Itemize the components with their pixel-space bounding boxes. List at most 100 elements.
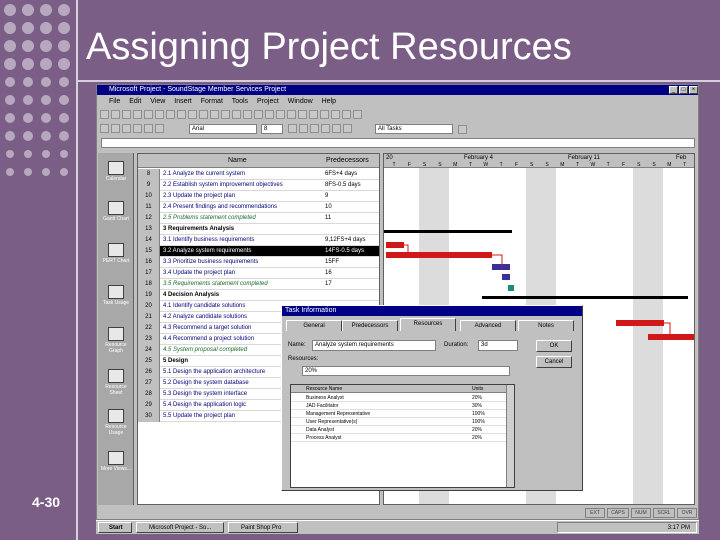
format-painter-icon[interactable] bbox=[199, 110, 208, 119]
summary-bar[interactable] bbox=[482, 296, 688, 299]
show-subtasks-icon[interactable] bbox=[144, 124, 153, 133]
task-bar[interactable] bbox=[648, 334, 695, 340]
view-more-views[interactable]: More Views... bbox=[100, 451, 132, 472]
view-task-usage[interactable]: Task Usage bbox=[100, 285, 132, 306]
resource-row[interactable]: Business Analyst 20% bbox=[291, 394, 514, 402]
filter-combo[interactable]: All Tasks bbox=[375, 124, 453, 134]
underline-icon[interactable] bbox=[310, 124, 319, 133]
zoom-out-icon[interactable] bbox=[309, 110, 318, 119]
tab-general[interactable]: General bbox=[286, 320, 342, 331]
menu-edit[interactable]: Edit bbox=[129, 98, 141, 105]
table-row[interactable]: 15 3.2 Analyze system requirements 14FS-0.… bbox=[138, 246, 379, 257]
save-icon[interactable] bbox=[122, 110, 131, 119]
task-bar[interactable] bbox=[386, 242, 404, 248]
column-header-name[interactable]: Name bbox=[228, 157, 247, 164]
maximize-button[interactable]: □ bbox=[679, 86, 688, 94]
menu-file[interactable]: File bbox=[109, 98, 120, 105]
arrow-left-icon[interactable] bbox=[100, 124, 109, 133]
table-row[interactable]: 12 2.5 Problems statement completed 11 bbox=[138, 213, 379, 224]
cut-icon[interactable] bbox=[166, 110, 175, 119]
new-icon[interactable] bbox=[100, 110, 109, 119]
tab-notes[interactable]: Notes bbox=[518, 320, 574, 331]
view-pert-chart[interactable]: PERT Chart bbox=[100, 243, 132, 264]
spelling-icon[interactable] bbox=[155, 110, 164, 119]
resource-row[interactable]: Process Analyst 20% bbox=[291, 434, 514, 442]
goto-task-icon[interactable] bbox=[320, 110, 329, 119]
view-calendar[interactable]: Calendar bbox=[100, 161, 132, 182]
task-information-icon[interactable] bbox=[265, 110, 274, 119]
gantt-wizard-icon[interactable] bbox=[342, 110, 351, 119]
resource-row[interactable]: Management Representative 100% bbox=[291, 410, 514, 418]
hide-subtasks-icon[interactable] bbox=[155, 124, 164, 133]
start-button[interactable]: Start bbox=[98, 522, 132, 533]
table-row[interactable]: 9 2.2 Establish system improvement object… bbox=[138, 180, 379, 191]
ok-button[interactable]: OK bbox=[536, 340, 572, 352]
task-name-field[interactable]: Analyze system requirements bbox=[312, 340, 436, 351]
menu-help[interactable]: Help bbox=[322, 98, 336, 105]
task-notes-icon[interactable] bbox=[276, 110, 285, 119]
task-bar[interactable] bbox=[502, 274, 510, 280]
duration-field[interactable]: 3d bbox=[478, 340, 518, 351]
menu-window[interactable]: Window bbox=[288, 98, 313, 105]
align-center-icon[interactable] bbox=[332, 124, 341, 133]
menu-tools[interactable]: Tools bbox=[232, 98, 248, 105]
table-row[interactable]: 19 4 Decision Analysis bbox=[138, 290, 379, 301]
close-button[interactable]: × bbox=[689, 86, 698, 94]
resource-row[interactable]: JAD Facilitator 30% bbox=[291, 402, 514, 410]
table-row[interactable]: 18 3.5 Requirements statement completed 17 bbox=[138, 279, 379, 290]
minus-icon[interactable] bbox=[133, 124, 142, 133]
taskbar-item-paint-shop-pro[interactable]: Paint Shop Pro bbox=[228, 522, 298, 533]
entry-bar[interactable] bbox=[101, 138, 695, 148]
undo-icon[interactable] bbox=[210, 110, 219, 119]
table-row[interactable]: 13 3 Requirements Analysis bbox=[138, 224, 379, 235]
column-header-predecessors[interactable]: Predecessors bbox=[326, 157, 369, 164]
resource-row[interactable]: User Representative(s) 100% bbox=[291, 418, 514, 426]
table-row[interactable]: 16 3.3 Prioritize business requirements 15… bbox=[138, 257, 379, 268]
help-icon[interactable] bbox=[353, 110, 362, 119]
unlink-tasks-icon[interactable] bbox=[243, 110, 252, 119]
resource-edit-field[interactable]: 20% bbox=[302, 366, 510, 376]
table-row[interactable]: 11 2.4 Present findings and recommendatio… bbox=[138, 202, 379, 213]
task-bar[interactable] bbox=[616, 320, 664, 326]
resource-table-scrollbar[interactable] bbox=[506, 385, 514, 487]
menu-project[interactable]: Project bbox=[257, 98, 279, 105]
plus-icon[interactable] bbox=[122, 124, 131, 133]
tab-resources[interactable]: Resources bbox=[400, 318, 456, 331]
paste-icon[interactable] bbox=[188, 110, 197, 119]
tab-predecessors[interactable]: Predecessors bbox=[342, 320, 398, 331]
view-resource-usage[interactable]: Resource Usage bbox=[100, 409, 132, 436]
align-right-icon[interactable] bbox=[343, 124, 352, 133]
table-row[interactable]: 8 2.1 Analyze the current system 6FS+4 day… bbox=[138, 169, 379, 180]
copy-picture-icon[interactable] bbox=[331, 110, 340, 119]
print-icon[interactable] bbox=[133, 110, 142, 119]
print-preview-icon[interactable] bbox=[144, 110, 153, 119]
view-resource-graph[interactable]: Resource Graph bbox=[100, 327, 132, 354]
taskbar-item-ms-project[interactable]: Microsoft Project - So... bbox=[136, 522, 224, 533]
view-resource-sheet[interactable]: Resource Sheet bbox=[100, 369, 132, 396]
open-icon[interactable] bbox=[111, 110, 120, 119]
font-combo[interactable]: Arial bbox=[189, 124, 257, 134]
summary-bar[interactable] bbox=[384, 230, 512, 233]
align-left-icon[interactable] bbox=[321, 124, 330, 133]
table-row[interactable]: 14 3.1 Identify business requirements 9,12… bbox=[138, 235, 379, 246]
insert-hyperlink-icon[interactable] bbox=[221, 110, 230, 119]
cancel-button[interactable]: Cancel bbox=[536, 356, 572, 368]
table-row[interactable]: 10 2.3 Update the project plan 9 bbox=[138, 191, 379, 202]
task-bar[interactable] bbox=[492, 264, 510, 270]
italic-icon[interactable] bbox=[299, 124, 308, 133]
assign-resources-icon[interactable] bbox=[287, 110, 296, 119]
autofilter-icon[interactable] bbox=[458, 125, 467, 134]
arrow-right-icon[interactable] bbox=[111, 124, 120, 133]
minimize-button[interactable]: _ bbox=[669, 86, 678, 94]
menu-insert[interactable]: Insert bbox=[174, 98, 192, 105]
menu-format[interactable]: Format bbox=[201, 98, 223, 105]
resource-row[interactable]: Data Analyst 20% bbox=[291, 426, 514, 434]
link-tasks-icon[interactable] bbox=[232, 110, 241, 119]
view-gantt-chart[interactable]: Gantt Chart bbox=[100, 201, 132, 222]
bold-icon[interactable] bbox=[288, 124, 297, 133]
milestone-marker[interactable] bbox=[508, 285, 514, 291]
tab-advanced[interactable]: Advanced bbox=[460, 320, 516, 331]
copy-icon[interactable] bbox=[177, 110, 186, 119]
zoom-in-icon[interactable] bbox=[298, 110, 307, 119]
font-size-combo[interactable]: 8 bbox=[261, 124, 283, 134]
